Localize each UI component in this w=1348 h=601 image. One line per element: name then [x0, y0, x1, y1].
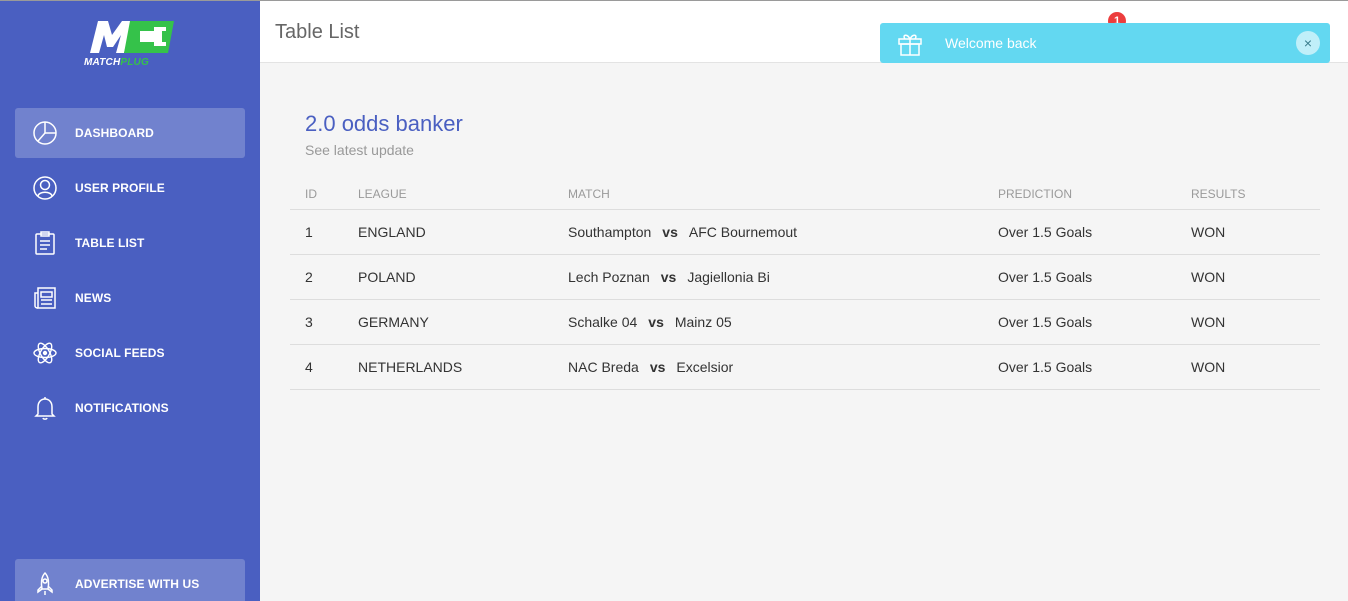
sidebar-item-label: SOCIAL FEEDS [75, 346, 165, 360]
cell-result: WON [1176, 299, 1320, 345]
card-title: 2.0 odds banker [305, 111, 463, 136]
sidebar-item-news[interactable]: NEWS [15, 273, 245, 323]
sidebar-item-advertise[interactable]: ADVERTISE WITH US [15, 559, 245, 601]
page-title: Table List [275, 21, 360, 43]
table-header-row: ID LEAGUE MATCH PREDICTION RESULTS [290, 179, 1320, 210]
cell-league: GERMANY [343, 299, 553, 345]
cell-league: POLAND [343, 254, 553, 300]
brand-name: MATCHPLUG [84, 57, 149, 68]
cell-league: ENGLAND [343, 209, 553, 255]
cell-prediction: Over 1.5 Goals [983, 344, 1176, 390]
clipboard-icon [32, 230, 58, 256]
home-team: NAC Breda [568, 358, 639, 375]
cell-result: WON [1176, 209, 1320, 255]
sidebar-item-label: NEWS [75, 291, 112, 305]
sidebar-item-user-profile[interactable]: USER PROFILE [15, 163, 245, 213]
cell-prediction: Over 1.5 Goals [983, 209, 1176, 255]
sidebar-item-label: TABLE LIST [75, 236, 145, 250]
away-team: AFC Bournemout [688, 223, 798, 240]
table-row: 3 GERMANY Schalke 04 vs Mainz 05 Over 1.5 … [290, 299, 1320, 345]
away-team: Excelsior [676, 358, 734, 375]
vs-label: vs [648, 313, 664, 330]
cell-result: WON [1176, 344, 1320, 390]
sidebar-item-label: NOTIFICATIONS [75, 401, 169, 415]
vs-label: vs [662, 223, 678, 240]
sidebar: MATCHPLUG DASHBOARD USER PROFILE TABLE L… [0, 1, 260, 601]
cell-prediction: Over 1.5 Goals [983, 254, 1176, 300]
home-team: Schalke 04 [568, 313, 638, 330]
sidebar-item-social-feeds[interactable]: SOCIAL FEEDS [15, 328, 245, 378]
cell-match: Schalke 04 vs Mainz 05 [553, 299, 983, 345]
cell-id: 3 [290, 299, 343, 345]
pie-chart-icon [32, 120, 58, 146]
column-header-league: LEAGUE [343, 179, 553, 210]
vs-label: vs [649, 358, 666, 375]
table-row: 2 POLAND Lech Poznan vs Jagiellonia Bi Ove… [290, 254, 1320, 300]
vs-label: vs [660, 268, 677, 285]
cell-id: 1 [290, 209, 343, 255]
toast-message: Welcome back [945, 35, 1037, 51]
sidebar-item-notifications[interactable]: NOTIFICATIONS [15, 383, 245, 433]
column-header-id: ID [290, 179, 343, 210]
gift-icon [896, 29, 924, 57]
card-subtitle: See latest update [305, 142, 414, 158]
home-team: Lech Poznan [568, 268, 650, 285]
bell-icon [32, 395, 58, 421]
cell-prediction: Over 1.5 Goals [983, 299, 1176, 345]
newspaper-icon [32, 285, 58, 311]
cell-id: 2 [290, 254, 343, 300]
away-team: Jagiellonia Bi [687, 268, 770, 285]
cell-league: NETHERLANDS [343, 344, 553, 390]
column-header-results: RESULTS [1176, 179, 1320, 210]
sidebar-item-table-list[interactable]: TABLE LIST [15, 218, 245, 268]
table-row: 4 NETHERLANDS NAC Breda vs Excelsior Over … [290, 344, 1320, 390]
predictions-table: ID LEAGUE MATCH PREDICTION RESULTS 1 ENG… [290, 179, 1320, 390]
cell-match: Lech Poznan vs Jagiellonia Bi [553, 254, 983, 300]
sidebar-item-label: DASHBOARD [75, 126, 154, 140]
cell-result: WON [1176, 254, 1320, 300]
home-team: Southampton [568, 223, 652, 240]
user-icon [32, 175, 58, 201]
sidebar-item-dashboard[interactable]: DASHBOARD [15, 108, 245, 158]
sidebar-item-label: ADVERTISE WITH US [75, 577, 200, 591]
cell-match: Southampton vs AFC Bournemout [553, 209, 983, 255]
away-team: Mainz 05 [674, 313, 732, 330]
table-row: 1 ENGLAND Southampton vs AFC Bournemout Ov… [290, 209, 1320, 255]
atom-icon [32, 340, 58, 366]
column-header-prediction: PREDICTION [983, 179, 1176, 210]
cell-id: 4 [290, 344, 343, 390]
close-icon[interactable]: × [1296, 31, 1320, 55]
sidebar-item-label: USER PROFILE [75, 181, 165, 195]
welcome-toast: Welcome back × [880, 23, 1330, 63]
column-header-match: MATCH [553, 179, 983, 210]
cell-match: NAC Breda vs Excelsior [553, 344, 983, 390]
rocket-icon [32, 571, 58, 597]
